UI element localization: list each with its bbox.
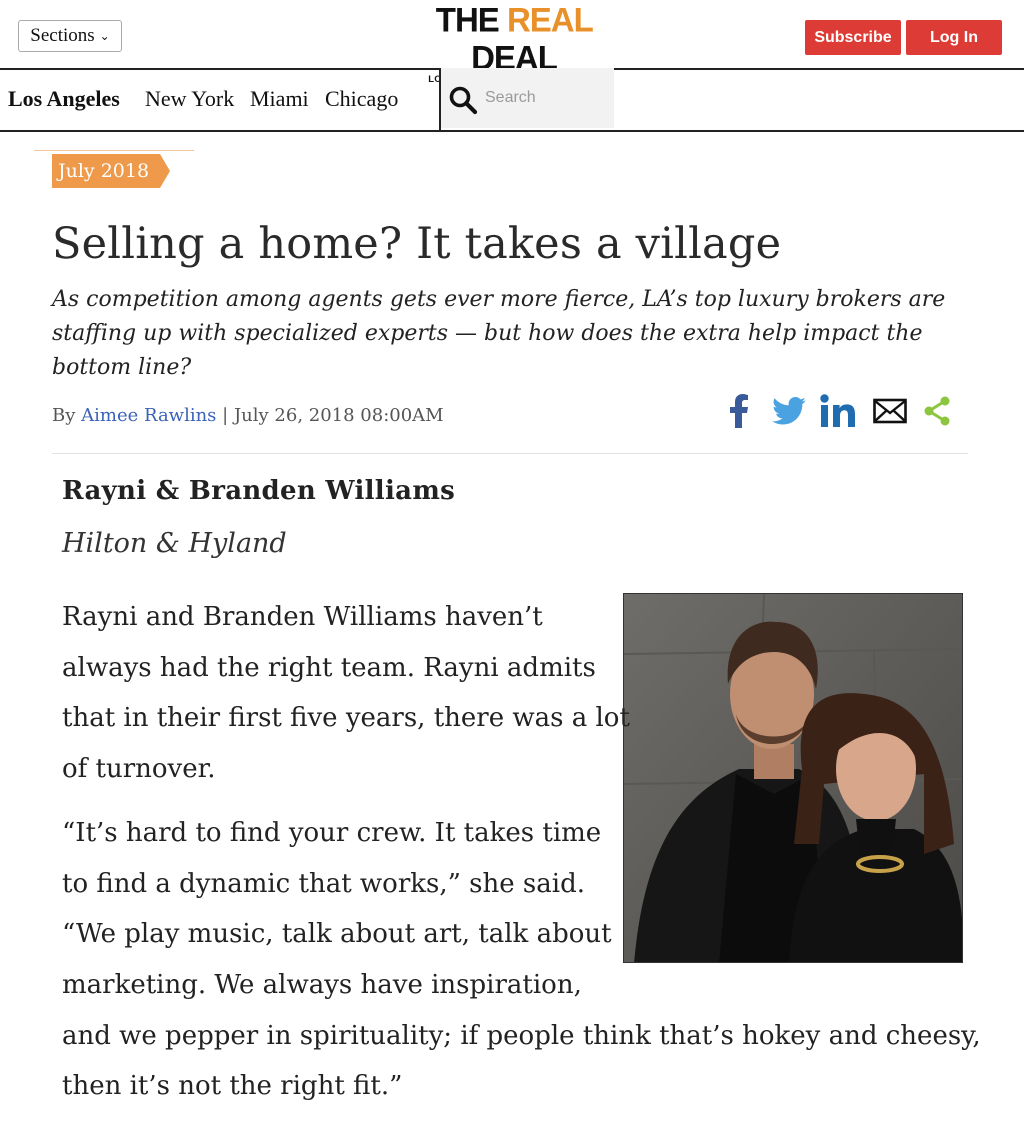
city-link-los-angeles[interactable]: Los Angeles	[8, 86, 120, 112]
search-icon[interactable]	[448, 85, 478, 115]
logo-wordmark: THE REAL DEAL	[435, 0, 593, 77]
body-line: that in their first five years, there wa…	[62, 703, 630, 734]
body-line: to find a dynamic that works,” she said.	[62, 868, 585, 899]
site-header: Sections ⌄ THE REAL DEAL LOS ANGELES REA…	[0, 0, 1024, 85]
email-icon	[873, 398, 907, 424]
share-icon	[924, 396, 950, 426]
byline-separator: |	[216, 405, 234, 426]
city-link-chicago[interactable]: Chicago	[325, 86, 398, 112]
facebook-icon	[730, 394, 748, 428]
subscribe-button[interactable]: Subscribe	[805, 20, 901, 55]
profile-firm: Hilton & Hyland	[62, 528, 287, 559]
byline: By Aimee Rawlins | July 26, 2018 08:00AM	[52, 405, 444, 426]
sections-label: Sections	[30, 25, 95, 46]
article-body: Rayni and Branden Williams haven’t alway…	[62, 592, 981, 1112]
sections-menu-button[interactable]: Sections ⌄	[18, 20, 122, 52]
body-line: always had the right team. Rayni admits	[62, 652, 596, 683]
profile-name: Rayni & Branden Williams	[62, 476, 456, 506]
search-box[interactable]	[441, 68, 614, 128]
body-line: “It’s hard to find your crew. It takes t…	[62, 817, 602, 848]
body-line: of turnover.	[62, 754, 216, 785]
body-line: marketing. We always have inspiration,	[62, 969, 582, 1000]
publish-date: July 26, 2018 08:00AM	[233, 405, 444, 426]
share-button[interactable]	[920, 392, 954, 430]
byline-divider	[52, 453, 968, 454]
email-share-button[interactable]	[870, 392, 910, 430]
search-input[interactable]	[485, 86, 605, 110]
body-line: and we pepper in spirituality; if people…	[62, 1020, 981, 1051]
chevron-down-icon: ⌄	[99, 28, 110, 43]
linkedin-icon	[820, 394, 855, 427]
linkedin-share-button[interactable]	[818, 392, 860, 430]
issue-divider	[34, 150, 194, 151]
body-line: Rayni and Branden Williams haven’t	[62, 602, 543, 632]
body-line: “We play music, talk about art, talk abo…	[62, 919, 612, 950]
body-paragraph-2: “It’s hard to find your crew. It takes t…	[62, 808, 981, 1112]
twitter-share-button[interactable]	[770, 392, 808, 430]
article-dek: As competition among agents gets ever mo…	[52, 287, 946, 380]
author-link[interactable]: Aimee Rawlins	[81, 405, 216, 426]
city-link-miami[interactable]: Miami	[250, 86, 309, 112]
body-paragraph-1: Rayni and Branden Williams haven’t alway…	[62, 592, 630, 795]
issue-tag[interactable]: July 2018	[52, 154, 170, 188]
article-headline: Selling a home? It takes a village	[52, 219, 782, 269]
city-nav: Los Angeles New York Miami Chicago	[0, 68, 1024, 132]
body-line: then it’s not the right fit.”	[62, 1071, 403, 1102]
twitter-icon	[772, 397, 806, 425]
city-link-new-york[interactable]: New York	[145, 86, 234, 112]
facebook-share-button[interactable]	[722, 392, 756, 430]
byline-prefix: By	[52, 405, 82, 426]
login-button[interactable]: Log In	[906, 20, 1002, 55]
